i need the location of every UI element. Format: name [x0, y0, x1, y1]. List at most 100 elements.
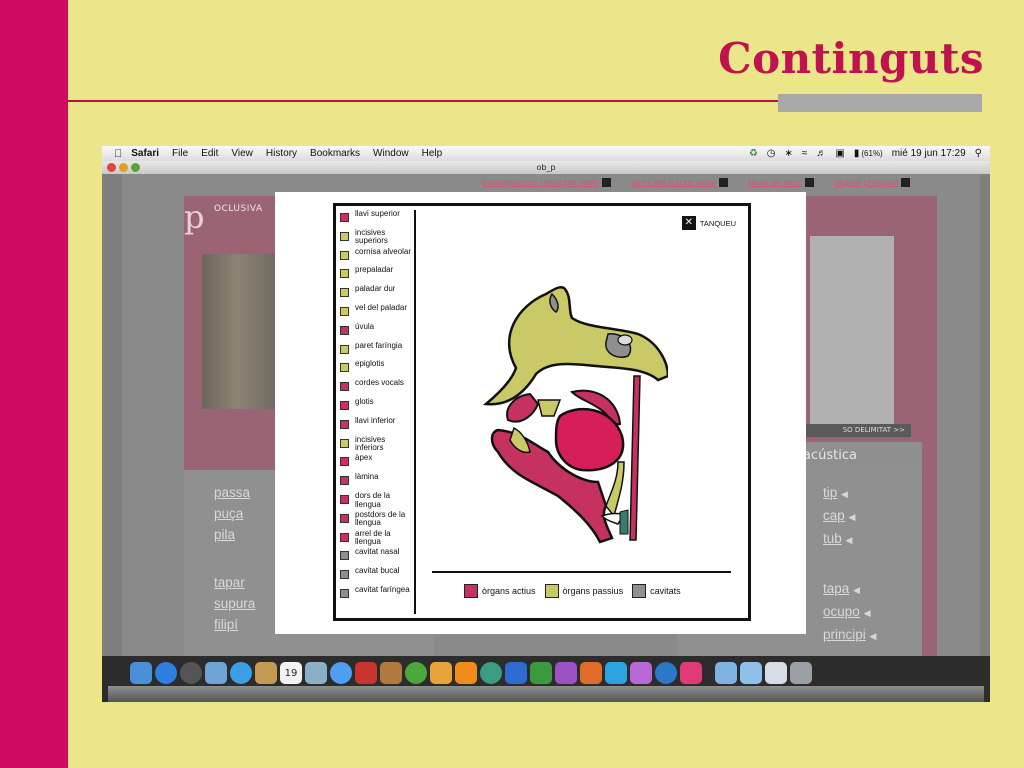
speaker-icon[interactable]: ◀ — [846, 535, 853, 545]
zoom-window-button[interactable] — [131, 163, 140, 172]
speaker-icon[interactable]: ◀ — [870, 631, 877, 641]
garageband-icon[interactable] — [430, 662, 452, 684]
sync-icon[interactable]: ♻ — [749, 148, 758, 159]
apple-icon[interactable]:  — [114, 148, 122, 160]
organ-legend-item[interactable]: cornisa alveolar — [340, 247, 414, 267]
word-link[interactable]: tub — [823, 531, 842, 546]
time-machine-icon[interactable] — [480, 662, 502, 684]
app-store-icon[interactable] — [155, 662, 177, 684]
wifi-icon[interactable]: ≈ — [802, 148, 808, 159]
word-link[interactable]: tapa — [823, 581, 849, 596]
organ-legend-item[interactable]: glotis — [340, 397, 414, 417]
menu-file[interactable]: File — [172, 148, 188, 159]
organ-legend-item[interactable]: vel del paladar — [340, 303, 414, 323]
nav-vocal-tract-label[interactable]: parts del tracte vocal — [631, 178, 716, 187]
word-link[interactable]: filipí — [214, 614, 255, 635]
organ-legend-item[interactable]: cavitat bucal — [340, 567, 414, 586]
contacts-icon[interactable] — [255, 662, 277, 684]
word-icon[interactable] — [505, 662, 527, 684]
downloads-icon[interactable] — [765, 662, 787, 684]
display-icon[interactable]: ▣ — [835, 148, 844, 159]
vlc-icon[interactable] — [455, 662, 477, 684]
nav-sound-table-label[interactable]: taula de sons — [748, 178, 802, 187]
nav-sound-table[interactable]: taula de sons — [748, 178, 814, 187]
organ-legend-item[interactable]: àpex — [340, 454, 414, 473]
word-link[interactable]: ocupo — [823, 604, 860, 619]
speaker-icon[interactable]: ◀ — [853, 585, 860, 595]
organ-legend-item[interactable]: paladar dur — [340, 285, 414, 304]
word-link[interactable]: principi — [823, 627, 866, 642]
word-link[interactable]: puça — [214, 503, 255, 524]
organ-legend-item[interactable]: llavi inferior — [340, 416, 414, 436]
organ-legend-item[interactable]: paret faríngia — [340, 341, 414, 361]
word-link[interactable]: passa — [214, 482, 255, 503]
bluetooth-icon[interactable]: ∗ — [785, 148, 793, 159]
organ-legend-item[interactable]: postdors de la llengua — [340, 510, 414, 530]
organ-legend-item[interactable]: arrel de la llengua — [340, 529, 414, 549]
organ-legend-item[interactable]: llavi superior — [340, 209, 414, 229]
speaker-icon[interactable]: ◀ — [864, 608, 871, 618]
organ-legend-item[interactable]: dors de la llengua — [340, 491, 414, 511]
menu-help[interactable]: Help — [422, 148, 443, 159]
nav-main-page[interactable]: pàgina principal — [834, 178, 910, 187]
mendeley-icon[interactable] — [655, 662, 677, 684]
menubar-clock[interactable]: mié 19 jun 17:29 — [892, 148, 966, 159]
close-window-button[interactable] — [107, 163, 116, 172]
trash-icon[interactable] — [790, 662, 812, 684]
minimize-window-button[interactable] — [119, 163, 128, 172]
menu-view[interactable]: View — [231, 148, 253, 159]
powerpoint-icon[interactable] — [580, 662, 602, 684]
documents-icon[interactable] — [715, 662, 737, 684]
nav-vocal-tract[interactable]: parts del tracte vocal — [631, 178, 729, 187]
organ-legend-item[interactable]: incisives inferiors — [340, 435, 414, 455]
photo-booth-icon[interactable] — [355, 662, 377, 684]
time-machine-icon[interactable]: ◷ — [767, 148, 776, 159]
volume-icon[interactable]: ♬ — [816, 148, 826, 159]
menu-history[interactable]: History — [266, 148, 297, 159]
close-label[interactable]: TANQUEU — [700, 219, 736, 228]
speaker-icon[interactable]: ◀ — [841, 489, 848, 499]
battery-icon[interactable]: ▮ — [854, 148, 860, 159]
search-icon[interactable]: ⚲ — [975, 148, 982, 159]
iphoto-icon[interactable] — [305, 662, 327, 684]
image-capture-icon[interactable] — [380, 662, 402, 684]
menu-bookmarks[interactable]: Bookmarks — [310, 148, 360, 159]
word-link[interactable]: tapar — [214, 572, 255, 593]
safari-icon[interactable] — [230, 662, 252, 684]
organ-legend-item[interactable]: incisives superiors — [340, 228, 414, 248]
excel-icon[interactable] — [530, 662, 552, 684]
organ-legend-item[interactable]: làmina — [340, 473, 414, 492]
menu-app-name[interactable]: Safari — [131, 148, 159, 159]
so-delimitat-button[interactable]: SO DELIMITAT >> — [805, 424, 911, 437]
nav-palatograms[interactable]: palatogrames i imatges reals — [482, 178, 611, 187]
word-link[interactable]: pila — [214, 524, 255, 545]
tab-acoustics[interactable]: acústica — [794, 442, 922, 470]
menu-edit[interactable]: Edit — [201, 148, 218, 159]
preview-icon[interactable] — [205, 662, 227, 684]
dashboard-icon[interactable] — [180, 662, 202, 684]
organ-legend-item[interactable]: cavitat faríngea — [340, 585, 414, 605]
spotify-icon[interactable] — [405, 662, 427, 684]
close-modal-button[interactable]: ✕ TANQUEU — [681, 216, 736, 230]
organ-legend-item[interactable]: epiglotis — [340, 360, 414, 379]
calendar-icon[interactable]: 19 — [280, 662, 302, 684]
skype-icon[interactable] — [605, 662, 627, 684]
menu-window[interactable]: Window — [373, 148, 409, 159]
finder-icon[interactable] — [130, 662, 152, 684]
organ-legend-item[interactable]: cordes vocals — [340, 379, 414, 398]
word-link[interactable]: supura — [214, 593, 255, 614]
word-link[interactable]: tip — [823, 485, 837, 500]
word-link[interactable]: cap — [823, 508, 845, 523]
folder-icon[interactable] — [630, 662, 652, 684]
indesign-icon[interactable] — [680, 662, 702, 684]
organ-legend-item[interactable]: úvula — [340, 322, 414, 342]
organ-legend-item[interactable]: prepaladar — [340, 266, 414, 285]
messenger-icon[interactable] — [555, 662, 577, 684]
close-icon[interactable]: ✕ — [681, 216, 696, 230]
nav-palatograms-label[interactable]: palatogrames i imatges reals — [482, 178, 599, 187]
itunes-icon[interactable] — [330, 662, 352, 684]
speaker-icon[interactable]: ◀ — [849, 512, 856, 522]
nav-main-page-label[interactable]: pàgina principal — [834, 178, 898, 187]
organ-legend-item[interactable]: cavitat nasal — [340, 548, 414, 567]
applications-icon[interactable] — [740, 662, 762, 684]
